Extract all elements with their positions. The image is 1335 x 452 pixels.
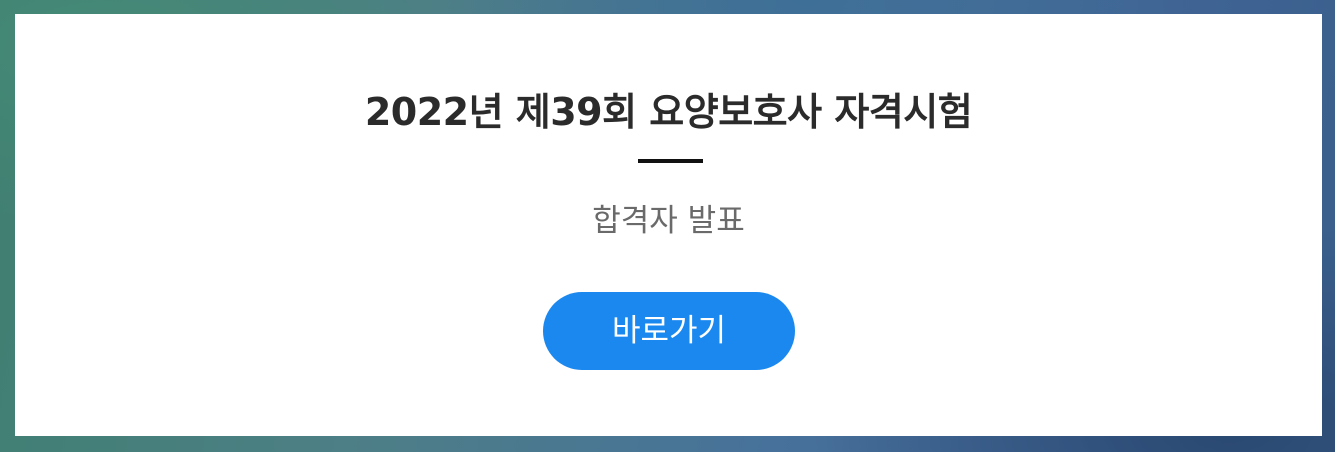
- announcement-subtitle: 합격자 발표: [592, 203, 745, 239]
- title-divider: [638, 159, 703, 163]
- go-button[interactable]: 바로가기: [543, 292, 795, 370]
- announcement-title: 2022년 제39회 요양보호사 자격시험: [364, 90, 973, 134]
- announcement-card: 2022년 제39회 요양보호사 자격시험 합격자 발표 바로가기: [15, 14, 1322, 436]
